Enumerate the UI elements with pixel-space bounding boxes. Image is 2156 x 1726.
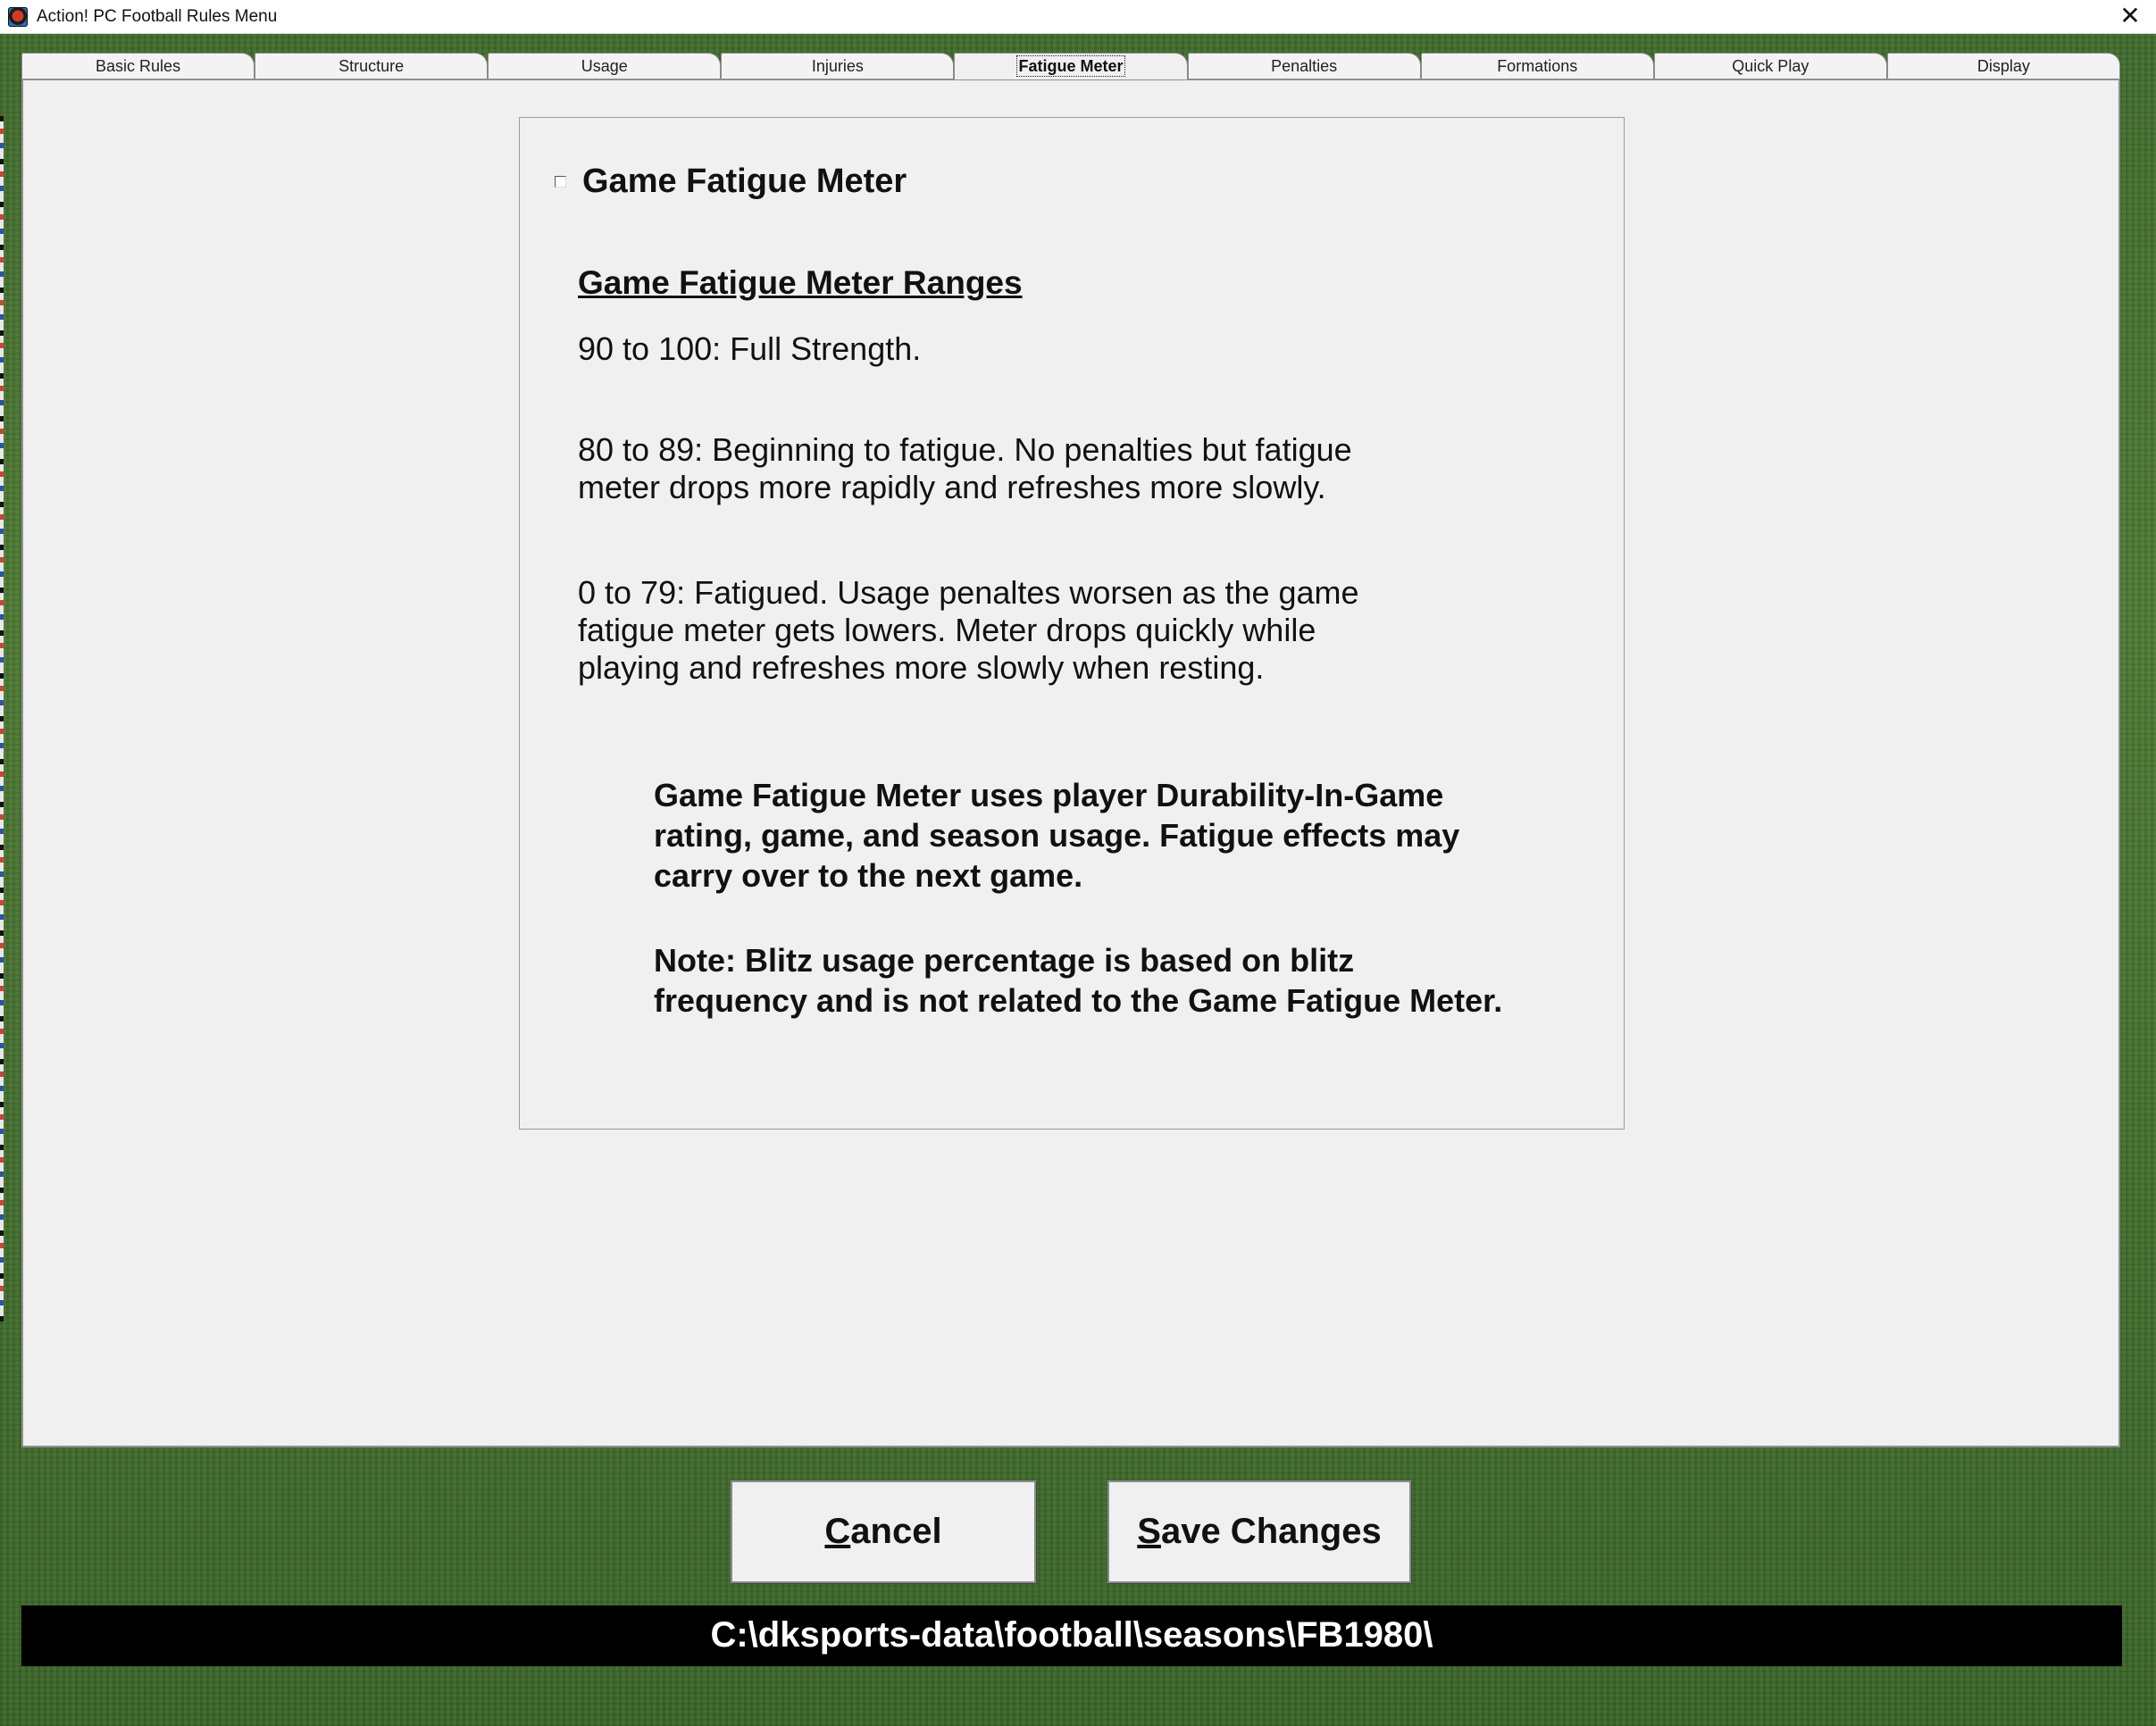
fatigue-meter-group: Game Fatigue Meter Game Fatigue Meter Ra…	[519, 117, 1625, 1130]
tab-label: Basic Rules	[96, 57, 181, 75]
tab-content-panel: Game Fatigue Meter Game Fatigue Meter Ra…	[21, 79, 2120, 1447]
tab-basic-rules[interactable]: Basic Rules	[21, 53, 255, 79]
tab-label: Penalties	[1271, 57, 1338, 75]
cancel-label-rest: ancel	[850, 1512, 942, 1551]
cancel-mnemonic: C	[824, 1512, 851, 1551]
tab-formations[interactable]: Formations	[1420, 53, 1654, 79]
tab-penalties[interactable]: Penalties	[1187, 53, 1421, 79]
tab-label: Formations	[1497, 57, 1578, 75]
save-changes-button[interactable]: Save Changes	[1107, 1480, 1411, 1583]
tab-strip: Basic Rules Structure Usage Injuries Fat…	[21, 51, 2120, 79]
tab-label: Injuries	[811, 57, 864, 75]
tab-label: Structure	[338, 57, 405, 75]
ranges-heading: Game Fatigue Meter Ranges	[578, 264, 1023, 301]
title-bar: Action! PC Football Rules Menu ✕	[0, 0, 2156, 34]
app-football-icon	[8, 7, 28, 27]
range-beginning-fatigue: 80 to 89: Beginning to fatigue. No penal…	[578, 431, 1352, 505]
close-icon[interactable]: ✕	[2117, 4, 2143, 30]
tab-quick-play[interactable]: Quick Play	[1653, 53, 1887, 79]
tab-label: Fatigue Meter	[1016, 55, 1125, 77]
save-mnemonic: S	[1137, 1512, 1161, 1551]
season-path-bar: C:\dksports-data\football\seasons\FB1980…	[21, 1605, 2122, 1666]
tab-label: Display	[1976, 57, 2030, 75]
blitz-note: Note: Blitz usage percentage is based on…	[654, 942, 1503, 1019]
game-fatigue-meter-checkbox[interactable]	[555, 176, 566, 188]
range-fatigued: 0 to 79: Fatigued. Usage penaltes worsen…	[578, 574, 1359, 686]
game-fatigue-meter-checkbox-label[interactable]: Game Fatigue Meter	[582, 163, 907, 201]
tab-structure[interactable]: Structure	[255, 53, 489, 79]
window-title: Action! PC Football Rules Menu	[37, 7, 278, 26]
save-label-rest: ave Changes	[1160, 1512, 1382, 1551]
tab-label: Quick Play	[1732, 57, 1809, 75]
tab-fatigue-meter[interactable]: Fatigue Meter	[954, 53, 1188, 79]
tab-injuries[interactable]: Injuries	[721, 53, 955, 79]
durability-note: Game Fatigue Meter uses player Durabilit…	[654, 777, 1460, 894]
tab-usage[interactable]: Usage	[488, 53, 722, 79]
background-edge-markers	[0, 116, 4, 1322]
range-full-strength: 90 to 100: Full Strength.	[578, 330, 922, 367]
tab-label: Usage	[581, 57, 628, 75]
cancel-button[interactable]: Cancel	[731, 1480, 1036, 1583]
tab-display[interactable]: Display	[1886, 53, 2120, 79]
